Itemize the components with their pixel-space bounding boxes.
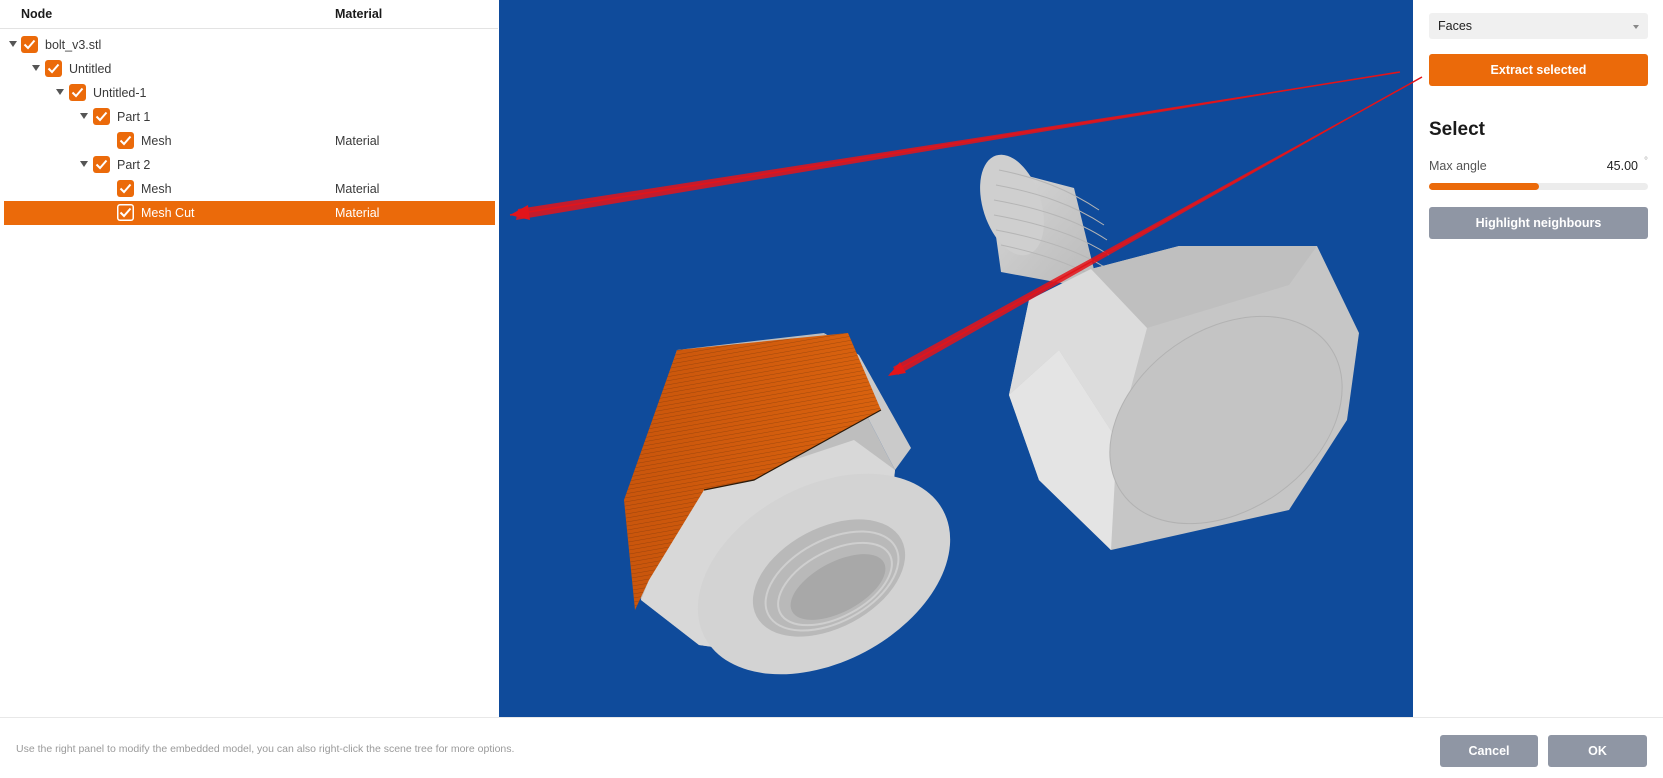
scene-tree-panel: Node Material bolt_v3.stl Untitled Untit…: [0, 0, 498, 717]
max-angle-label: Max angle: [1429, 159, 1487, 173]
caret-down-icon[interactable]: [32, 65, 40, 71]
cancel-button[interactable]: Cancel: [1440, 735, 1538, 767]
tree-row-mesh-cut[interactable]: Mesh Cut Material: [4, 201, 495, 225]
column-header-node[interactable]: Node: [21, 7, 52, 21]
select-heading: Select: [1429, 119, 1485, 140]
checkbox-untitled[interactable]: [45, 60, 62, 77]
selection-mode-dropdown[interactable]: Faces: [1429, 13, 1648, 39]
checkbox-mesh-2[interactable]: [117, 180, 134, 197]
tree-row-label: Untitled-1: [93, 86, 147, 100]
tree-row-label: Mesh: [141, 134, 172, 148]
tree-row-part-1[interactable]: Part 1: [4, 105, 495, 129]
ok-button[interactable]: OK: [1548, 735, 1647, 767]
tree-row-mesh-2[interactable]: Mesh Material: [4, 177, 495, 201]
bolt-shaft: [980, 154, 1110, 290]
tree-row-label: Part 2: [117, 158, 151, 172]
tree-row-untitled-1[interactable]: Untitled-1: [4, 81, 495, 105]
check-icon: [119, 207, 132, 218]
tools-panel: Faces Extract selected Select Max angle …: [1413, 0, 1663, 717]
check-icon: [95, 159, 108, 170]
tree-row-mesh-1[interactable]: Mesh Material: [4, 129, 495, 153]
check-icon: [23, 39, 36, 50]
tree-row-material: Material: [335, 206, 380, 220]
checkbox-mesh-cut[interactable]: [117, 204, 134, 221]
tree-row-label: Mesh Cut: [141, 206, 195, 220]
check-icon: [119, 135, 132, 146]
max-angle-unit: °: [1644, 156, 1648, 167]
extract-selected-button[interactable]: Extract selected: [1429, 54, 1648, 86]
tree-row-label: Untitled: [69, 62, 112, 76]
caret-down-icon[interactable]: [80, 161, 88, 167]
hex-nut: [624, 333, 951, 675]
max-angle-slider-fill[interactable]: [1429, 183, 1539, 190]
selection-mode-value: Faces: [1438, 19, 1473, 33]
caret-down-icon[interactable]: [80, 113, 88, 119]
tree-row-label: bolt_v3.stl: [45, 38, 102, 52]
chevron-down-icon: [1633, 25, 1639, 29]
caret-down-icon[interactable]: [9, 41, 17, 47]
tree-header: Node Material: [0, 0, 498, 29]
tree-row-label: Mesh: [141, 182, 172, 196]
tree-row-label: Part 1: [117, 110, 151, 124]
tree-row-part-2[interactable]: Part 2: [4, 153, 495, 177]
check-icon: [119, 183, 132, 194]
tree-row-bolt[interactable]: bolt_v3.stl: [4, 33, 495, 57]
checkbox-part-2[interactable]: [93, 156, 110, 173]
column-header-material[interactable]: Material: [335, 7, 382, 21]
bolt-head: [1009, 246, 1359, 550]
tree-row-material: Material: [335, 182, 380, 196]
check-icon: [95, 111, 108, 122]
checkbox-mesh-1[interactable]: [117, 132, 134, 149]
footer-hint: Use the right panel to modify the embedd…: [16, 743, 515, 755]
tree-row-material: Material: [335, 134, 380, 148]
model-render[interactable]: [499, 0, 1413, 717]
max-angle-value[interactable]: 45.00: [1607, 159, 1638, 173]
checkbox-untitled-1[interactable]: [69, 84, 86, 101]
dialog-footer: Use the right panel to modify the embedd…: [0, 717, 1663, 778]
max-angle-slider[interactable]: [1429, 183, 1648, 190]
checkbox-bolt[interactable]: [21, 36, 38, 53]
caret-down-icon[interactable]: [56, 89, 64, 95]
3d-viewport[interactable]: [499, 0, 1413, 717]
highlight-neighbours-button[interactable]: Highlight neighbours: [1429, 207, 1648, 239]
check-icon: [47, 63, 60, 74]
check-icon: [71, 87, 84, 98]
checkbox-part-1[interactable]: [93, 108, 110, 125]
tree-row-untitled[interactable]: Untitled: [4, 57, 495, 81]
